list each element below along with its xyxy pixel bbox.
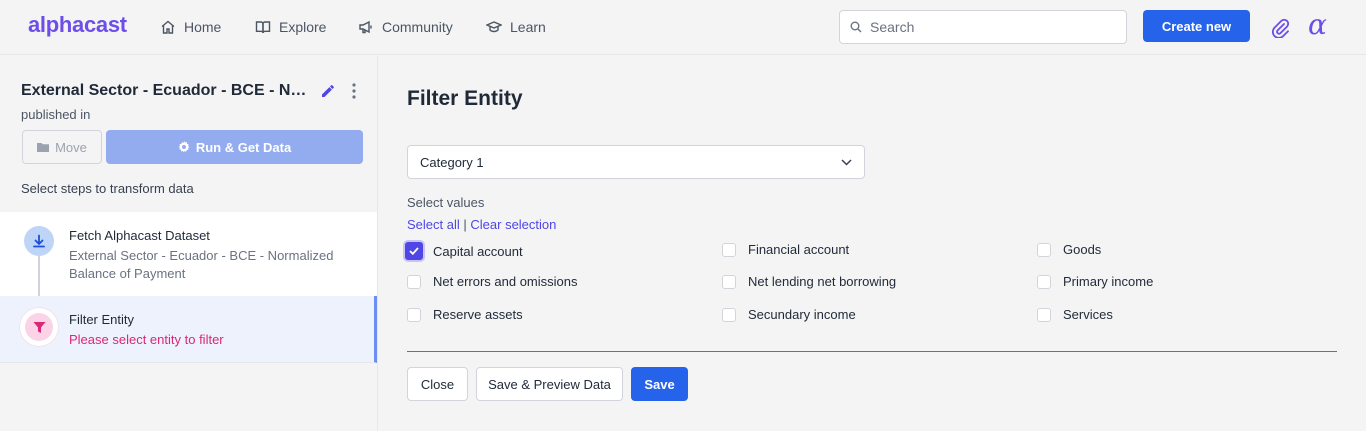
book-icon <box>255 21 271 34</box>
gear-icon <box>178 141 190 153</box>
run-get-data-label: Run & Get Data <box>195 139 292 155</box>
checkbox[interactable] <box>1037 242 1051 257</box>
nav-explore-label: Explore <box>279 19 327 35</box>
nav-learn[interactable]: Learn <box>486 17 546 37</box>
chevron-down-icon <box>841 158 852 166</box>
funnel-icon <box>33 321 45 333</box>
nav-home[interactable]: Home <box>160 17 221 37</box>
step-connector <box>38 256 40 296</box>
clear-selection-link[interactable]: Clear selection <box>470 217 556 232</box>
option-reserve-assets[interactable]: Reserve assets <box>407 307 523 322</box>
home-icon <box>161 20 175 34</box>
option-label: Reserve assets <box>433 307 523 322</box>
option-label: Goods <box>1063 242 1102 257</box>
step-title: Filter Entity <box>69 312 135 327</box>
option-label: Services <box>1063 307 1113 322</box>
step-filter-icon-wrap <box>20 308 58 346</box>
checkbox[interactable] <box>407 307 421 322</box>
option-label: Primary income <box>1063 274 1154 289</box>
megaphone-icon <box>359 20 372 34</box>
nav-community-label: Community <box>382 19 453 35</box>
option-net-errors-omissions[interactable]: Net errors and omissions <box>407 274 578 289</box>
option-capital-account[interactable]: Capital account <box>405 242 523 260</box>
nav-home-label: Home <box>184 19 222 35</box>
move-label: Move <box>55 139 87 155</box>
section-divider <box>407 351 1337 352</box>
separator: | <box>463 217 467 232</box>
filter-entity-panel: Filter Entity Category 1 Select values S… <box>378 56 1366 431</box>
step-filter-entity[interactable]: Filter Entity Please select entity to fi… <box>0 296 377 363</box>
nav-community[interactable]: Community <box>358 17 453 37</box>
option-net-lending-borrowing[interactable]: Net lending net borrowing <box>722 274 896 289</box>
download-icon <box>33 234 45 248</box>
step-fetch-icon-wrap <box>24 226 54 256</box>
checkbox[interactable] <box>722 242 736 257</box>
step-title: Fetch Alphacast Dataset <box>69 228 210 243</box>
selection-links: Select all | Clear selection <box>407 217 556 232</box>
top-navigation-bar: alphacast Home Explore Community Learn C… <box>0 0 1366 55</box>
option-label: Secundary income <box>748 307 856 322</box>
checkbox[interactable] <box>1037 307 1051 322</box>
search-box[interactable] <box>839 10 1127 44</box>
paperclip-icon[interactable] <box>1270 16 1290 38</box>
user-avatar[interactable]: α <box>1308 8 1327 42</box>
select-value: Category 1 <box>420 154 484 170</box>
checkbox[interactable] <box>722 274 736 289</box>
pipeline-sidebar: External Sector - Ecuador - BCE - Normal… <box>0 56 378 431</box>
option-goods[interactable]: Goods <box>1037 242 1101 257</box>
select-all-link[interactable]: Select all <box>407 217 460 232</box>
save-preview-button[interactable]: Save & Preview Data <box>476 367 623 401</box>
alphacast-logo[interactable]: alphacast <box>28 12 127 38</box>
pencil-icon[interactable] <box>320 83 336 99</box>
step-warning: Please select entity to filter <box>69 332 224 347</box>
search-icon <box>850 21 862 33</box>
entity-category-select[interactable]: Category 1 <box>407 145 865 179</box>
search-input[interactable] <box>870 19 1110 35</box>
published-in-label: published in <box>21 107 91 122</box>
save-button[interactable]: Save <box>631 367 688 401</box>
nav-explore[interactable]: Explore <box>255 17 326 37</box>
checkbox-checked[interactable] <box>405 242 423 260</box>
option-label: Net lending net borrowing <box>748 274 897 289</box>
option-label: Net errors and omissions <box>433 274 578 289</box>
more-options-icon[interactable] <box>350 82 358 100</box>
create-new-button[interactable]: Create new <box>1143 10 1250 42</box>
option-label: Financial account <box>748 242 850 257</box>
nav-learn-label: Learn <box>510 19 546 35</box>
option-financial-account[interactable]: Financial account <box>722 242 849 257</box>
option-services[interactable]: Services <box>1037 307 1113 322</box>
move-button[interactable]: Move <box>22 130 102 164</box>
steps-hint: Select steps to transform data <box>21 181 194 196</box>
graduation-cap-icon <box>486 21 502 33</box>
close-button[interactable]: Close <box>407 367 468 401</box>
select-values-label: Select values <box>407 195 485 210</box>
checkbox[interactable] <box>722 307 736 322</box>
step-fetch-dataset[interactable]: Fetch Alphacast Dataset External Sector … <box>0 212 377 296</box>
step-description: External Sector - Ecuador - BCE - Normal… <box>69 248 334 281</box>
dataset-title: External Sector - Ecuador - BCE - Normal… <box>21 82 311 99</box>
folder-icon <box>37 143 50 152</box>
option-label: Capital account <box>433 243 523 259</box>
checkbox[interactable] <box>1037 274 1051 289</box>
step-filter-icon-bg <box>25 313 53 341</box>
page-title: Filter Entity <box>407 87 523 110</box>
checkbox[interactable] <box>407 274 421 289</box>
option-primary-income[interactable]: Primary income <box>1037 274 1153 289</box>
check-icon <box>409 247 419 255</box>
run-get-data-button[interactable]: Run & Get Data <box>106 130 363 164</box>
option-secundary-income[interactable]: Secundary income <box>722 307 856 322</box>
